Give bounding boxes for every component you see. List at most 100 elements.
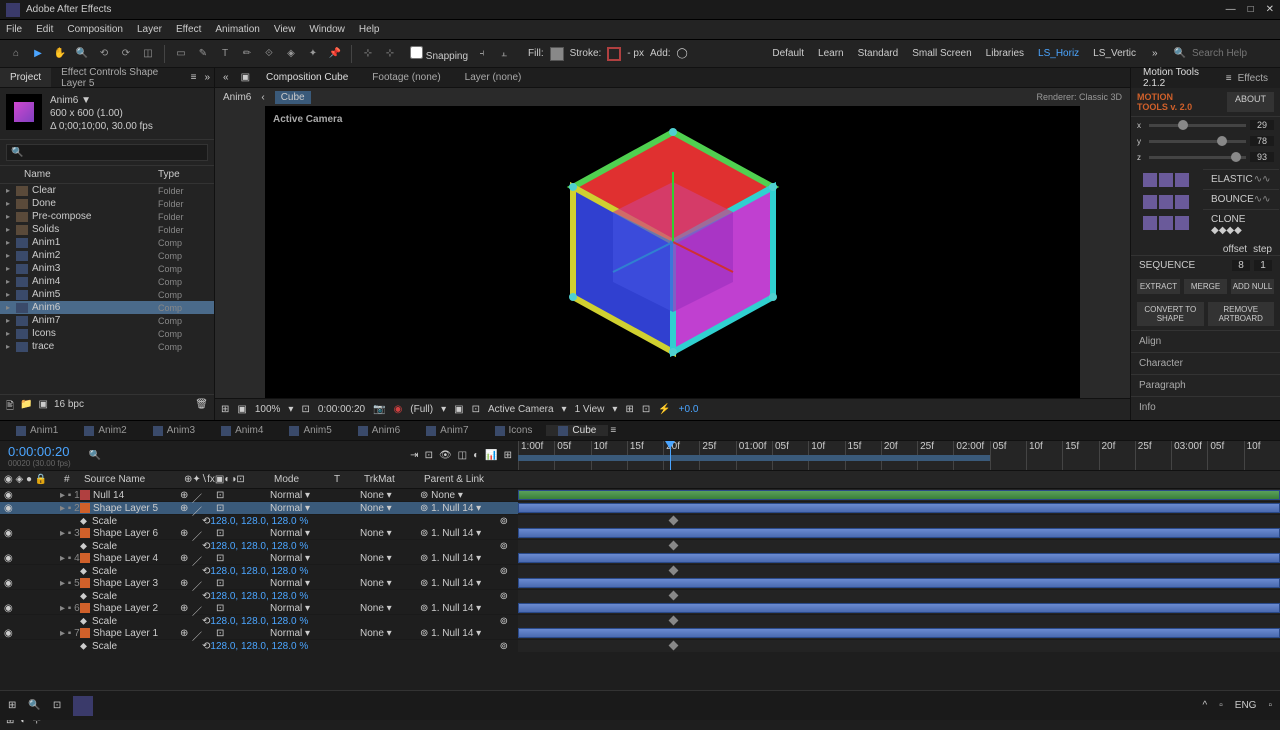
zoom-dropdown[interactable]: 100% — [255, 404, 281, 415]
workspace-learn[interactable]: Learn — [818, 48, 844, 59]
clone-tool-icon[interactable]: ⟐ — [261, 46, 277, 62]
slider-y[interactable] — [1149, 140, 1246, 143]
add-dropdown-icon[interactable]: ◯ — [677, 48, 688, 59]
orbit-tool-icon[interactable]: ⟲ — [96, 46, 112, 62]
snapping-checkbox[interactable] — [410, 46, 423, 59]
panel-info[interactable]: Info — [1131, 396, 1280, 418]
timeline-tab-anim3[interactable]: Anim3 — [141, 425, 207, 436]
anchor-grid[interactable] — [1137, 169, 1195, 240]
comp-tab[interactable]: Composition Cube — [258, 72, 356, 83]
view-dropdown[interactable]: Active Camera — [488, 404, 554, 415]
start-button[interactable]: ⊞ — [8, 700, 16, 711]
graph-icon[interactable]: 📊 — [485, 450, 497, 461]
menu-file[interactable]: File — [6, 24, 22, 35]
resolution-dropdown[interactable]: (Full) — [410, 404, 433, 415]
brainstorm-icon[interactable]: ⊞ — [504, 450, 512, 461]
panel-paragraph[interactable]: Paragraph — [1131, 374, 1280, 396]
comp-flowchart-icon[interactable]: ⇥ — [410, 450, 418, 461]
breadcrumb-anim6[interactable]: Anim6 — [223, 92, 251, 103]
snapshot-icon[interactable]: 📷 — [373, 404, 385, 415]
menu-effect[interactable]: Effect — [176, 24, 201, 35]
rotate-tool-icon[interactable]: ⟳ — [118, 46, 134, 62]
search-help-input[interactable] — [1192, 48, 1272, 59]
project-item-anim6[interactable]: ▸Anim6Comp — [0, 301, 214, 314]
timeline-tab-anim7[interactable]: Anim7 — [414, 425, 480, 436]
extract-button[interactable]: EXTRACT — [1137, 279, 1180, 294]
workspace-small screen[interactable]: Small Screen — [912, 48, 971, 59]
project-item-icons[interactable]: ▸IconsComp — [0, 327, 214, 340]
views-dropdown[interactable]: 1 View — [575, 404, 605, 415]
new-folder-icon[interactable]: 📁 — [20, 399, 32, 416]
layer-row[interactable]: ◉ ▸ ▪ 4 Shape Layer 4 ⊕／⊡ Normal ▾ None … — [0, 552, 1280, 565]
draft3d-icon[interactable]: ⊡ — [425, 450, 433, 461]
work-area[interactable] — [518, 455, 990, 461]
local-axis-icon[interactable]: ⊹ — [360, 46, 376, 62]
playhead[interactable] — [670, 441, 671, 470]
layer-property-scale[interactable]: ⬥Scale⟲ 128.0, 128.0, 128.0 %⊚ — [0, 615, 1280, 627]
minimize-button[interactable]: — — [1226, 4, 1236, 15]
workspace-ls_horiz[interactable]: LS_Horiz — [1038, 48, 1079, 59]
maximize-button[interactable]: □ — [1248, 4, 1254, 15]
menu-animation[interactable]: Animation — [215, 24, 259, 35]
project-item-solids[interactable]: ▸SolidsFolder — [0, 223, 214, 236]
close-button[interactable]: ✕ — [1266, 4, 1274, 15]
grid-icon[interactable]: ⊞ — [221, 404, 229, 415]
project-item-anim4[interactable]: ▸Anim4Comp — [0, 275, 214, 288]
workspace-standard[interactable]: Standard — [858, 48, 899, 59]
timeline-tab-cube[interactable]: Cube — [546, 425, 608, 436]
remove-artboard-button[interactable]: REMOVE ARTBOARD — [1208, 302, 1275, 326]
brush-tool-icon[interactable]: ✏ — [239, 46, 255, 62]
roto-tool-icon[interactable]: ✦ — [305, 46, 321, 62]
new-comp-icon[interactable]: ▣ — [39, 399, 48, 416]
about-button[interactable]: ABOUT — [1227, 92, 1274, 112]
region-icon[interactable]: ▣ — [454, 404, 463, 415]
language-indicator[interactable]: ENG — [1235, 700, 1257, 711]
tab-motion-tools[interactable]: Motion Tools 2.1.2 — [1137, 67, 1226, 89]
pixel-icon[interactable]: ⊡ — [642, 404, 650, 415]
add-null-button[interactable]: ADD NULL — [1231, 279, 1274, 294]
workspace-ls_vertic[interactable]: LS_Vertic — [1093, 48, 1136, 59]
comp-mini-icon[interactable]: ▣ — [241, 72, 250, 83]
menu-window[interactable]: Window — [309, 24, 345, 35]
viewport[interactable]: Active Camera — [265, 106, 1080, 398]
timeline-tab-anim1[interactable]: Anim1 — [4, 425, 70, 436]
renderer-label[interactable]: Renderer: Classic 3D — [1036, 92, 1122, 102]
taskbar-ae-icon[interactable] — [73, 696, 93, 716]
hand-tool-icon[interactable]: ✋ — [52, 46, 68, 62]
snap-opt-icon[interactable]: ⫞ — [474, 46, 490, 62]
convert-to-shape-button[interactable]: CONVERT TO SHAPE — [1137, 302, 1204, 326]
slider-z[interactable] — [1149, 156, 1246, 159]
merge-button[interactable]: MERGE — [1184, 279, 1227, 294]
fill-swatch[interactable] — [550, 47, 564, 61]
layer-row[interactable]: ◉ ▸ ▪ 1 Null 14 ⊕／⊡ Normal ▾ None ▾ ⊚ No… — [0, 489, 1280, 502]
timeline-tab-anim2[interactable]: Anim2 — [72, 425, 138, 436]
sequence-b-input[interactable]: 1 — [1254, 260, 1272, 271]
layer-property-scale[interactable]: ⬥Scale⟲ 128.0, 128.0, 128.0 %⊚ — [0, 565, 1280, 577]
frame-blend-icon[interactable]: ◫ — [458, 450, 467, 461]
exposure-value[interactable]: +0.0 — [679, 404, 699, 415]
layer-property-scale[interactable]: ⬥Scale⟲ 128.0, 128.0, 128.0 %⊚ — [0, 640, 1280, 652]
task-view-icon[interactable]: ⊡ — [53, 700, 61, 711]
sequence-a-input[interactable]: 8 — [1232, 260, 1250, 271]
tray-up-icon[interactable]: ^ — [1203, 700, 1208, 711]
menu-edit[interactable]: Edit — [36, 24, 53, 35]
layer-row[interactable]: ◉ ▸ ▪ 7 Shape Layer 1 ⊕／⊡ Normal ▾ None … — [0, 627, 1280, 640]
panel-align[interactable]: Align — [1131, 330, 1280, 352]
tab-project[interactable]: Project — [0, 68, 51, 87]
project-item-pre-compose[interactable]: ▸Pre-composeFolder — [0, 210, 214, 223]
project-item-anim7[interactable]: ▸Anim7Comp — [0, 314, 214, 327]
comp-tab[interactable]: Layer (none) — [457, 72, 530, 83]
timeline-tab-icons[interactable]: Icons — [483, 425, 545, 436]
project-item-anim3[interactable]: ▸Anim3Comp — [0, 262, 214, 275]
home-icon[interactable]: ⌂ — [8, 46, 24, 62]
timeline-tab-anim6[interactable]: Anim6 — [346, 425, 412, 436]
zoom-tool-icon[interactable]: 🔍 — [74, 46, 90, 62]
layer-property-scale[interactable]: ⬥Scale⟲ 128.0, 128.0, 128.0 %⊚ — [0, 590, 1280, 602]
layer-row[interactable]: ◉ ▸ ▪ 2 Shape Layer 5 ⊕／⊡ Normal ▾ None … — [0, 502, 1280, 515]
tab-effects[interactable]: Effects — [1232, 73, 1274, 84]
eraser-tool-icon[interactable]: ◈ — [283, 46, 299, 62]
channel-icon[interactable]: ⊡ — [472, 404, 480, 415]
mask-icon[interactable]: ▣ — [237, 404, 246, 415]
layer-row[interactable]: ◉ ▸ ▪ 5 Shape Layer 3 ⊕／⊡ Normal ▾ None … — [0, 577, 1280, 590]
res-icon[interactable]: ⊡ — [301, 404, 309, 415]
